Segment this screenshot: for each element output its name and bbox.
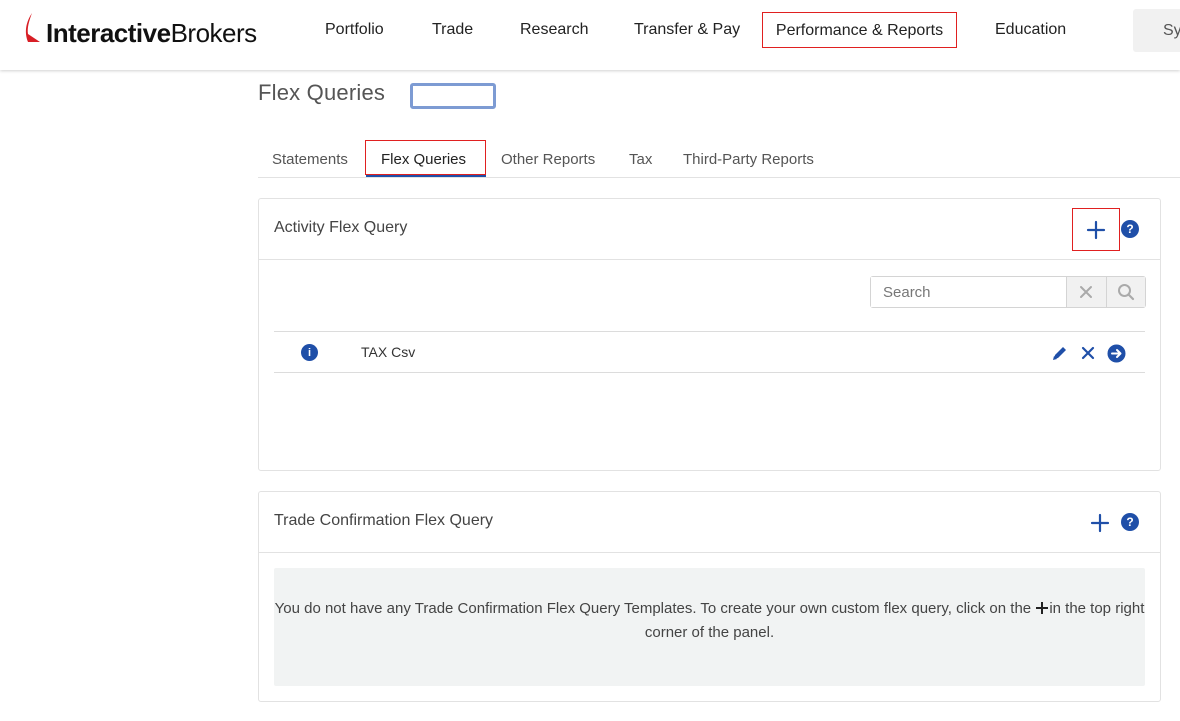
plus-icon: [1036, 602, 1049, 614]
panel-title: Activity Flex Query: [274, 219, 408, 236]
account-selector[interactable]: [410, 83, 496, 109]
active-tab-indicator: [366, 175, 486, 177]
nav-trade[interactable]: Trade: [432, 12, 473, 48]
empty-state-message: You do not have any Trade Confirmation F…: [274, 568, 1145, 686]
search-input[interactable]: [871, 277, 1066, 307]
report-tabs: Statements Flex Queries Other Reports Ta…: [258, 140, 1180, 178]
nav-performance-reports[interactable]: Performance & Reports: [762, 12, 957, 48]
nav-education[interactable]: Education: [995, 12, 1066, 48]
search-button[interactable]: [1105, 277, 1145, 307]
trade-confirmation-flex-query-panel: Trade Confirmation Flex Query ? You do n…: [258, 491, 1161, 702]
query-search: [870, 276, 1146, 308]
brand-logo[interactable]: InteractiveBrokers: [22, 8, 257, 48]
nav-transfer-pay[interactable]: Transfer & Pay: [634, 12, 740, 48]
delete-query-button[interactable]: [1078, 343, 1098, 363]
edit-query-button[interactable]: [1050, 343, 1070, 363]
info-icon[interactable]: i: [301, 344, 318, 361]
nav-research[interactable]: Research: [520, 12, 588, 48]
tab-third-party-reports[interactable]: Third-Party Reports: [683, 151, 814, 168]
help-icon[interactable]: ?: [1121, 220, 1139, 238]
empty-message-before: You do not have any Trade Confirmation F…: [274, 600, 1032, 617]
panel-header: Trade Confirmation Flex Query ?: [259, 492, 1160, 553]
top-navigation-bar: InteractiveBrokers Portfolio Trade Resea…: [0, 0, 1180, 70]
panel-title: Trade Confirmation Flex Query: [274, 512, 494, 529]
plus-icon: [1086, 220, 1106, 239]
query-name[interactable]: TAX Csv: [361, 344, 415, 360]
brand-name: InteractiveBrokers: [46, 18, 257, 48]
add-trade-query-button[interactable]: [1088, 511, 1112, 535]
edit-icon: [1053, 347, 1066, 360]
tab-other-reports[interactable]: Other Reports: [501, 151, 595, 168]
table-row: i TAX Csv: [274, 331, 1145, 373]
add-activity-query-button[interactable]: [1072, 208, 1120, 251]
page-title: Flex Queries: [258, 80, 386, 105]
clear-icon: [1080, 286, 1093, 298]
tab-statements[interactable]: Statements: [272, 151, 348, 168]
panel-header: Activity Flex Query ?: [259, 199, 1160, 260]
delete-icon: [1081, 346, 1095, 360]
tab-tax[interactable]: Tax: [629, 151, 652, 168]
brand-flame-icon: [25, 13, 40, 42]
clear-search-button[interactable]: [1066, 277, 1106, 307]
activity-flex-query-panel: Activity Flex Query ? i TAX Csv: [258, 198, 1161, 471]
run-icon: [1107, 344, 1125, 362]
search-icon: [1117, 284, 1134, 301]
run-query-button[interactable]: [1106, 343, 1126, 363]
header-symbol-search[interactable]: Sy: [1133, 9, 1180, 52]
nav-portfolio[interactable]: Portfolio: [325, 12, 384, 48]
plus-icon: [1090, 513, 1110, 533]
help-icon[interactable]: ?: [1121, 513, 1139, 531]
tab-flex-queries[interactable]: Flex Queries: [381, 151, 466, 168]
